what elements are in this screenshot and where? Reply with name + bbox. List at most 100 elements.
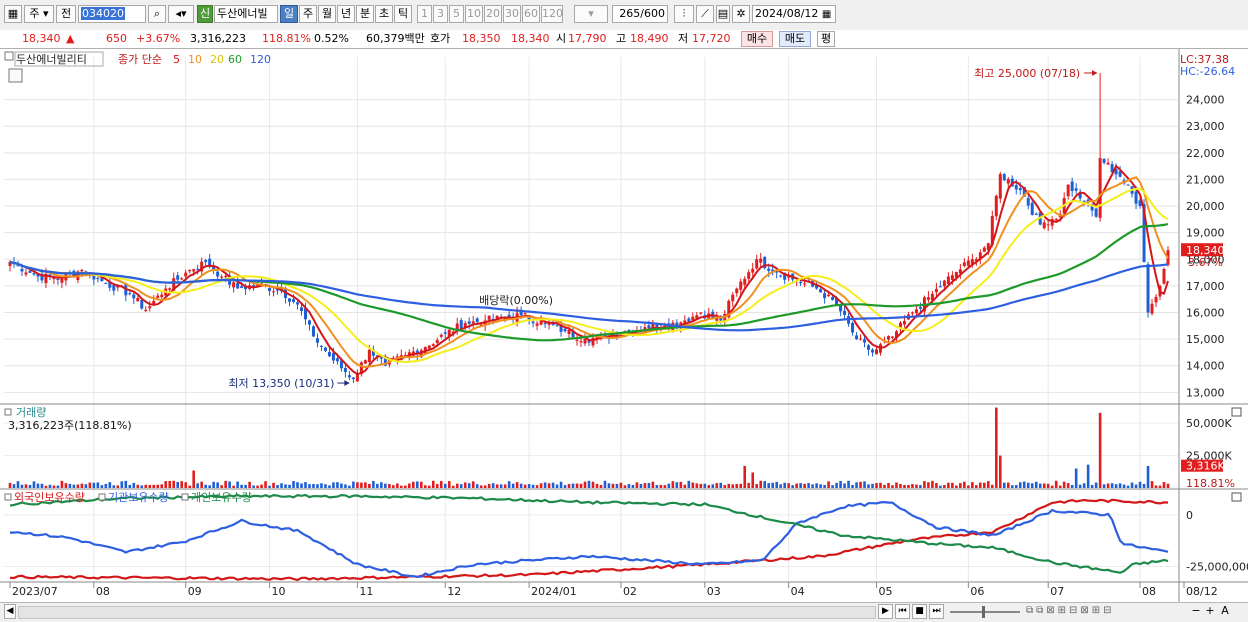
volume-bar-288	[1158, 485, 1162, 488]
interval-5-button[interactable]: 5	[449, 5, 464, 23]
scroll-left-icon[interactable]: ◀	[4, 604, 16, 619]
stock-name-field[interactable]: 두산에너빌	[214, 5, 278, 23]
interval-1-button[interactable]: 1	[417, 5, 432, 23]
interval-3-button[interactable]: 3	[433, 5, 448, 23]
chart-type-dropdown[interactable]: 주 ▾	[24, 5, 54, 23]
volume-bar-36	[152, 484, 156, 488]
candle-106	[431, 343, 435, 347]
volume-bar-53	[220, 485, 223, 488]
nav-button-2[interactable]: ■	[912, 604, 927, 619]
zoom-in-button[interactable]: +	[1204, 604, 1216, 619]
volume-bar-2	[16, 481, 20, 488]
nav-button-0[interactable]: ▶	[878, 604, 893, 619]
auto-scale-button[interactable]: A	[1218, 604, 1232, 619]
price-tick-label-9: 22,000	[1186, 147, 1225, 160]
volume-bar-172	[695, 483, 699, 488]
candle-215	[867, 343, 871, 356]
ma-legend-20: 20	[210, 53, 224, 66]
volume-bar-126	[511, 483, 515, 488]
draw-line-icon[interactable]: ⟋	[696, 5, 714, 23]
gear-icon[interactable]: ✲	[732, 5, 750, 23]
buy-button[interactable]: 매수	[741, 31, 773, 47]
period-4-button[interactable]: 분	[356, 5, 374, 23]
zoom-slider-thumb[interactable]	[982, 606, 985, 618]
interval-60-button[interactable]: 60	[522, 5, 540, 23]
bar-count-field[interactable]: 265/600	[612, 5, 668, 23]
interval-10-button[interactable]: 10	[465, 5, 483, 23]
sell-button[interactable]: 매도	[779, 31, 811, 47]
interval-120-button[interactable]: 120	[541, 5, 563, 23]
candle-body	[28, 270, 32, 273]
period-5-button[interactable]: 초	[375, 5, 393, 23]
candle-body	[1006, 178, 1010, 184]
save-icon[interactable]: ▤	[716, 5, 730, 23]
candle-body	[236, 283, 240, 289]
eval-button[interactable]: 평	[817, 31, 835, 47]
period-0-button[interactable]: 일	[280, 5, 298, 23]
candle-body	[731, 294, 735, 302]
volume-title: 거래량	[16, 406, 46, 419]
candle-body	[60, 277, 64, 283]
volume-bar-8	[40, 483, 44, 488]
stock-code-input[interactable]: 034020	[78, 5, 146, 23]
drawing-tools-icons[interactable]: ⧉⧉⊠⊞⊟⊠⊞⊟	[1026, 605, 1186, 619]
candle-body	[431, 344, 435, 347]
zoom-slider[interactable]	[950, 611, 1020, 613]
candle-body	[475, 318, 479, 323]
volume-bar-194	[783, 482, 786, 488]
period-1-button[interactable]: 주	[299, 5, 317, 23]
ma-120-line	[9, 260, 1169, 332]
speaker-icon[interactable]: ◂▾	[168, 5, 194, 23]
candle-body	[307, 320, 311, 325]
nav-button-3[interactable]: ⏭	[929, 604, 944, 619]
candle-body	[296, 302, 300, 305]
chart-window-icon[interactable]: ▦	[4, 5, 22, 23]
chart-area[interactable]: 13,000 14,000 15,000 16,000 17,000 18,000 19,0…	[0, 49, 1248, 602]
volume-bar-1	[12, 484, 16, 488]
volume-bar-61	[252, 485, 255, 488]
volume-bar-10	[48, 484, 52, 488]
volume-bar-223	[899, 484, 902, 488]
toolbar: ▦ 주 ▾ 전 034020 ⌕ ◂▾ 신 두산에너빌 ▾ 265/600 ⫶ …	[0, 0, 1248, 31]
volume-bar-48	[200, 481, 203, 488]
zoom-out-button[interactable]: −	[1190, 604, 1202, 619]
period-3-button[interactable]: 년	[337, 5, 355, 23]
candle-body	[1002, 174, 1006, 181]
candle-body	[268, 287, 272, 291]
volume-bar-114	[463, 482, 467, 488]
holdings-close-icon	[1231, 492, 1242, 502]
period-6-button[interactable]: 틱	[394, 5, 412, 23]
candle-31	[132, 292, 136, 304]
date-field[interactable]: 2024/08/12 ▦	[752, 5, 836, 23]
candle-body	[647, 325, 651, 329]
prev-button[interactable]: 전	[56, 5, 76, 23]
volume-bar-245	[987, 481, 990, 488]
price-change-pct: +3.67%	[136, 32, 181, 45]
candle-body	[1106, 162, 1110, 165]
candle-style-icon[interactable]: ⫶	[674, 5, 694, 23]
search-icon[interactable]: ⌕	[148, 5, 166, 23]
horizontal-scrollbar[interactable]	[18, 606, 876, 619]
candle-287	[1154, 294, 1158, 308]
volume-bar-280	[1126, 485, 1130, 488]
candle-body	[367, 349, 371, 363]
period-2-button[interactable]: 월	[318, 5, 336, 23]
interval-20-button[interactable]: 20	[484, 5, 502, 23]
interval-30-button[interactable]: 30	[503, 5, 521, 23]
volume-bar-64	[264, 481, 267, 488]
nav-button-1[interactable]: ⏮	[895, 604, 910, 619]
candle-body	[843, 310, 847, 315]
volume-bar-163	[659, 484, 663, 488]
volume-bar-221	[891, 485, 894, 488]
volume-bar-80	[328, 485, 331, 488]
candle-body	[180, 278, 184, 280]
candle-285	[1146, 261, 1150, 318]
interval-dropdown[interactable]: ▾	[574, 5, 608, 23]
volume-menu-icon	[4, 408, 12, 416]
volume-tick-label-1: 50,000K	[1186, 417, 1232, 430]
volume-bar-161	[651, 481, 655, 488]
volume-bar-142	[575, 483, 579, 488]
volume-bar-25	[108, 482, 112, 488]
volume-bar-218	[879, 482, 882, 488]
candle-189	[763, 256, 767, 270]
